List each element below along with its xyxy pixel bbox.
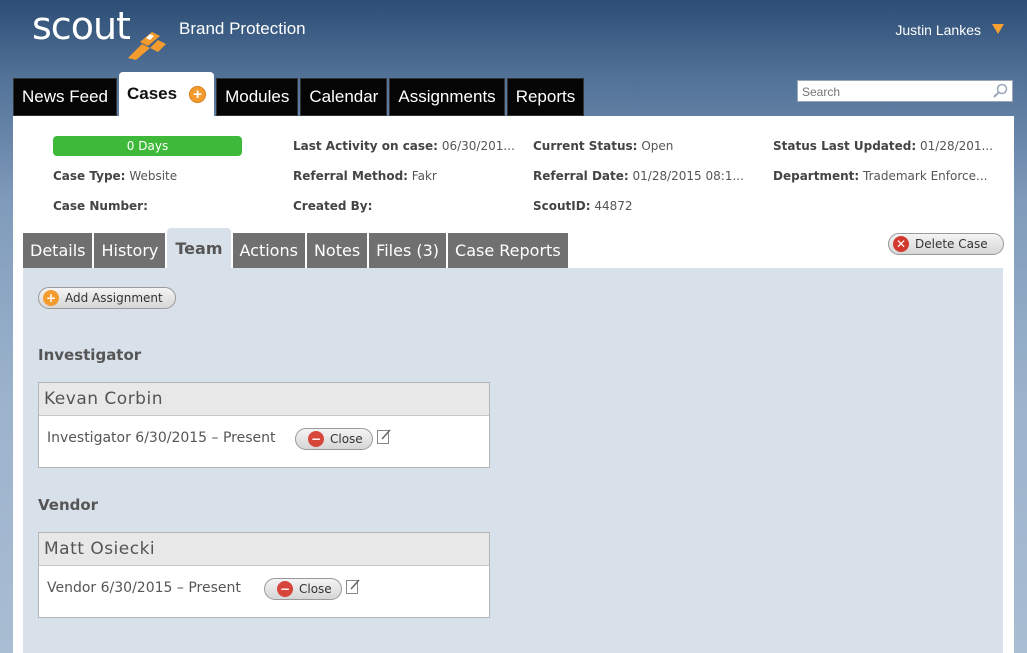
close-label: Close (330, 432, 363, 446)
case-type-label: Case Type: (53, 169, 126, 183)
status-updated-value: 01/28/201... (920, 139, 993, 153)
referral-method-label: Referral Method: (293, 169, 408, 183)
nav-tab-assignments[interactable]: Assignments (389, 78, 505, 116)
case-number-label: Case Number: (53, 199, 148, 213)
search-box (797, 80, 1013, 102)
days-badge: 0 Days (53, 136, 242, 156)
tab-case-reports[interactable]: Case Reports (448, 233, 568, 268)
search-icon[interactable] (992, 83, 1008, 99)
case-type-value: Website (129, 169, 178, 183)
last-activity-field: Last Activity on case: 06/30/201... (293, 139, 515, 153)
nav-tab-news-feed[interactable]: News Feed (13, 78, 117, 116)
team-content: + Add Assignment Investigator Kevan Corb… (23, 268, 1003, 653)
logo-text: scout (32, 4, 131, 48)
last-activity-value: 06/30/201... (441, 139, 515, 153)
delete-case-button[interactable]: ✕ Delete Case (888, 233, 1004, 255)
close-investigator-button[interactable]: − Close (295, 428, 373, 450)
department-label: Department: (773, 169, 860, 183)
referral-method-field: Referral Method: Fakr (293, 169, 437, 183)
created-by-field: Created By: (293, 199, 372, 213)
referral-date-field: Referral Date: 01/28/2015 08:1... (533, 169, 744, 183)
vendor-role-dates: Vendor 6/30/2015 – Present (47, 580, 241, 596)
add-case-plus-icon[interactable]: + (189, 85, 207, 103)
status-updated-label: Status Last Updated: (773, 139, 917, 153)
case-type-field: Case Type: Website (53, 169, 177, 183)
status-updated-field: Status Last Updated: 01/28/201... (773, 139, 993, 153)
tab-actions[interactable]: Actions (232, 233, 305, 268)
investigator-role-dates: Investigator 6/30/2015 – Present (47, 430, 276, 446)
vendor-card: Matt Osiecki Vendor 6/30/2015 – Present … (38, 532, 490, 618)
search-input[interactable] (798, 82, 988, 102)
last-activity-label: Last Activity on case: (293, 139, 438, 153)
delete-case-label: Delete Case (915, 237, 988, 251)
minus-icon: − (308, 431, 324, 447)
tab-details[interactable]: Details (23, 233, 93, 268)
case-number-field: Case Number: (53, 199, 148, 213)
tab-history[interactable]: History (94, 233, 166, 268)
created-by-label: Created By: (293, 199, 373, 213)
current-status-value: Open (641, 139, 674, 153)
investigator-heading: Investigator (38, 346, 142, 364)
minus-icon: − (277, 581, 293, 597)
case-tabs: Details History Team Actions Notes Files… (23, 228, 570, 268)
current-status-label: Current Status: (533, 139, 638, 153)
logo-mark-icon (128, 32, 166, 60)
nav-tab-cases-label: Cases (126, 84, 178, 103)
app-title: Brand Protection (179, 19, 306, 38)
department-field: Department: Trademark Enforce... (773, 169, 987, 183)
tab-team[interactable]: Team (167, 228, 231, 268)
referral-method-value: Fakr (411, 169, 437, 183)
add-assignment-label: Add Assignment (65, 291, 163, 305)
vendor-name: Matt Osiecki (39, 533, 489, 566)
tab-notes[interactable]: Notes (306, 233, 368, 268)
current-status-field: Current Status: Open (533, 139, 673, 153)
nav-tab-modules[interactable]: Modules (216, 78, 299, 116)
scout-id-field: ScoutID: 44872 (533, 199, 633, 213)
main-nav: News Feed Cases + Modules Calendar Assig… (13, 72, 586, 116)
department-value: Trademark Enforce... (863, 169, 988, 183)
close-vendor-button[interactable]: − Close (264, 578, 342, 600)
delete-x-icon: ✕ (893, 236, 909, 252)
plus-icon: + (43, 290, 59, 306)
add-assignment-button[interactable]: + Add Assignment (38, 287, 176, 309)
nav-tab-cases[interactable]: Cases + (118, 72, 215, 116)
nav-tab-reports[interactable]: Reports (506, 78, 585, 116)
scout-id-value: 44872 (594, 199, 633, 213)
edit-icon[interactable] (346, 578, 360, 594)
edit-icon[interactable] (377, 428, 391, 444)
vendor-heading: Vendor (38, 496, 99, 514)
scout-id-label: ScoutID: (533, 199, 591, 213)
nav-tab-calendar[interactable]: Calendar (300, 78, 388, 116)
investigator-card: Kevan Corbin Investigator 6/30/2015 – Pr… (38, 382, 490, 468)
referral-date-value: 01/28/2015 08:1... (632, 169, 744, 183)
user-menu[interactable]: Justin Lankes (895, 22, 981, 38)
caret-down-icon[interactable] (992, 24, 1004, 34)
case-panel: 0 Days Case Type: Website Case Number: L… (13, 116, 1014, 653)
close-label: Close (299, 582, 332, 596)
investigator-name: Kevan Corbin (39, 383, 489, 416)
referral-date-label: Referral Date: (533, 169, 629, 183)
tab-files[interactable]: Files (3) (369, 233, 447, 268)
